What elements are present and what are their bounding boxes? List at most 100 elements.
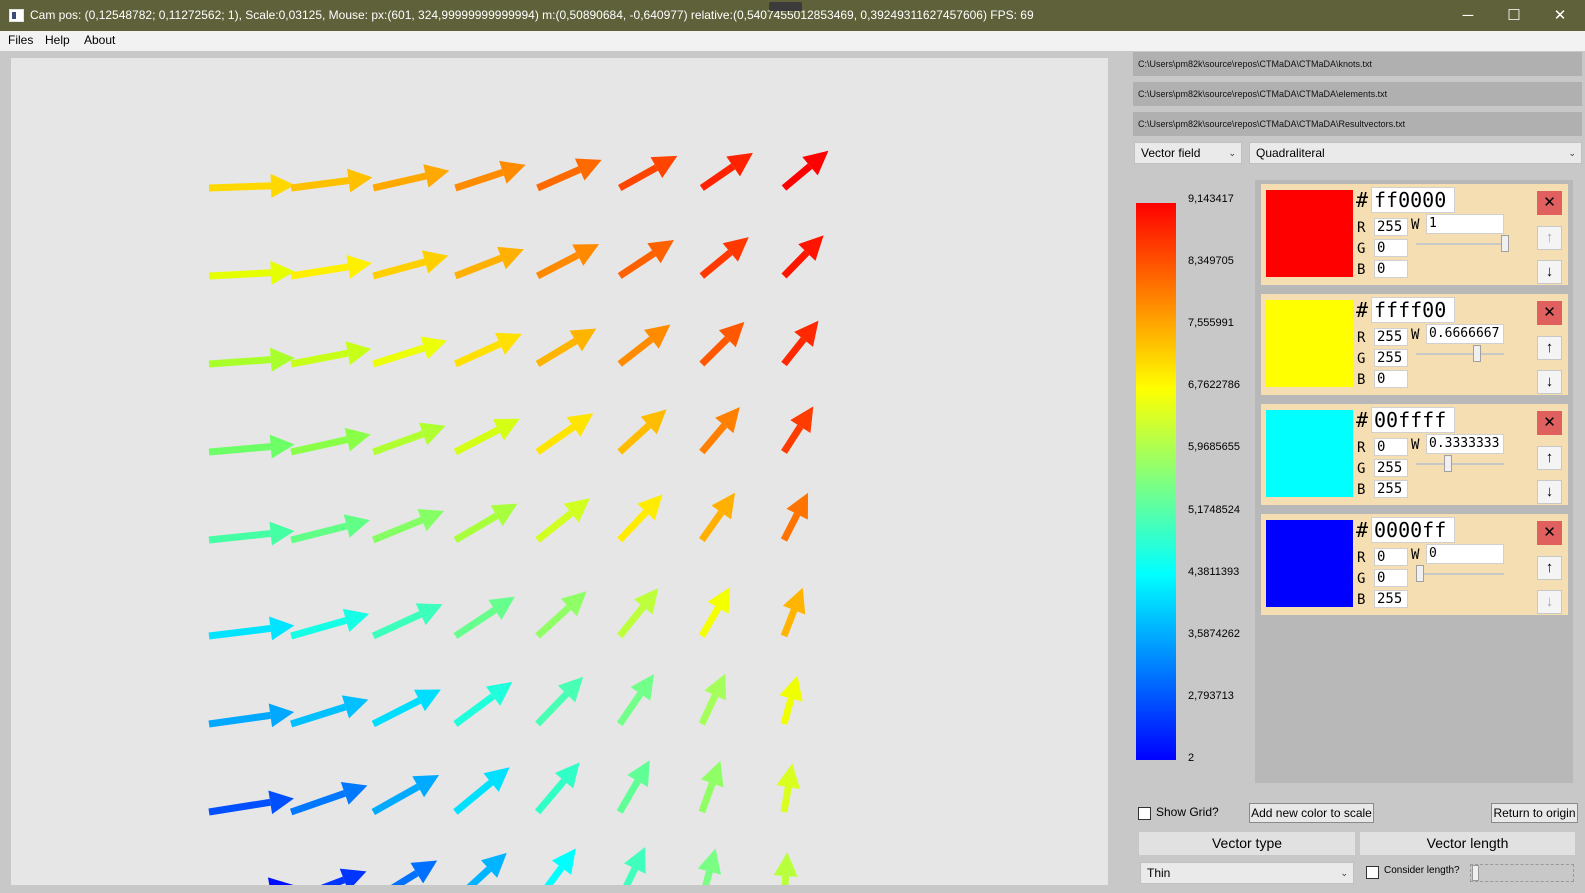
move-up-button[interactable]: ↑ xyxy=(1537,226,1562,250)
show-grid-checkbox[interactable] xyxy=(1138,807,1151,820)
scale-tick-label: 7,555991 xyxy=(1188,317,1234,330)
weight-input[interactable]: 0 xyxy=(1426,544,1504,564)
close-icon: ✕ xyxy=(1543,414,1556,431)
vector-arrow-shaft xyxy=(390,870,419,885)
move-up-button[interactable]: ↑ xyxy=(1537,556,1562,580)
vector-arrow-shaft xyxy=(780,697,795,725)
vector-arrow-head xyxy=(268,790,294,815)
menu-about[interactable]: About xyxy=(84,33,115,47)
results-file-path[interactable]: C:\Users\pm82k\source\repos\CTMaDA\CTMaD… xyxy=(1133,112,1582,136)
vector-arrow-head xyxy=(342,608,370,632)
vector-arrow-shaft xyxy=(780,608,798,638)
weight-slider-thumb[interactable] xyxy=(1416,565,1424,582)
weight-slider-track[interactable] xyxy=(1416,243,1504,245)
vector-field-canvas[interactable] xyxy=(11,58,1108,885)
r-input[interactable]: 255 xyxy=(1374,328,1408,346)
vector-arrow-shaft xyxy=(781,424,804,454)
weight-slider-track[interactable] xyxy=(1416,353,1504,355)
delete-color-button[interactable]: ✕ xyxy=(1537,411,1562,435)
move-up-button[interactable]: ↑ xyxy=(1537,336,1562,360)
g-input[interactable]: 0 xyxy=(1374,569,1408,587)
b-input[interactable]: 0 xyxy=(1374,370,1408,388)
color-swatch[interactable] xyxy=(1266,410,1353,497)
display-mode-select[interactable]: Vector field ⌄ xyxy=(1134,142,1242,164)
hash-label: # xyxy=(1356,518,1369,542)
vector-arrow-head xyxy=(268,703,295,728)
scale-tick-label: 4,3811393 xyxy=(1188,565,1240,578)
move-down-button[interactable]: ↓ xyxy=(1537,590,1562,614)
delete-color-button[interactable]: ✕ xyxy=(1537,521,1562,545)
hex-input[interactable]: 0000ff xyxy=(1371,517,1455,543)
r-input[interactable]: 0 xyxy=(1374,548,1408,566)
vector-type-select[interactable]: Thin ⌄ xyxy=(1140,862,1354,884)
g-input[interactable]: 255 xyxy=(1374,349,1408,367)
vector-arrow-shaft xyxy=(208,530,272,544)
b-input[interactable]: 0 xyxy=(1374,260,1408,278)
delete-color-button[interactable]: ✕ xyxy=(1537,301,1562,325)
g-label: G xyxy=(1357,241,1366,257)
arrow-down-icon: ↓ xyxy=(1545,483,1554,500)
hex-input[interactable]: ffff00 xyxy=(1371,297,1455,323)
window-grip-handle[interactable] xyxy=(769,2,802,11)
scale-tick-label: 6,7622786 xyxy=(1188,379,1240,392)
vector-arrow-shaft xyxy=(320,876,346,885)
vector-arrow-shaft xyxy=(698,693,719,726)
vector-arrow-shaft xyxy=(535,337,578,367)
color-swatch[interactable] xyxy=(1266,520,1353,607)
r-input[interactable]: 255 xyxy=(1374,218,1408,236)
vector-length-slider[interactable] xyxy=(1470,864,1574,882)
vector-arrow-head xyxy=(340,782,368,805)
arrow-down-icon: ↓ xyxy=(1545,373,1554,390)
vector-arrow-shaft xyxy=(702,870,713,885)
vector-arrow-shaft xyxy=(290,349,349,368)
return-to-origin-button[interactable]: Return to origin xyxy=(1491,803,1578,823)
weight-slider-thumb[interactable] xyxy=(1501,235,1509,252)
menu-files[interactable]: Files xyxy=(8,33,33,47)
vector-arrow-shaft xyxy=(781,250,810,279)
elements-file-path[interactable]: C:\Users\pm82k\source\repos\CTMaDA\CTMaD… xyxy=(1133,82,1582,106)
vector-arrow-shaft xyxy=(371,697,422,728)
b-input[interactable]: 255 xyxy=(1374,590,1408,608)
weight-slider-thumb[interactable] xyxy=(1444,455,1453,472)
hex-input[interactable]: 00ffff xyxy=(1371,407,1455,433)
r-input[interactable]: 0 xyxy=(1374,438,1408,456)
maximize-button[interactable]: ☐ xyxy=(1491,0,1537,31)
b-label: B xyxy=(1357,262,1366,278)
weight-input[interactable]: 0.3333333 xyxy=(1426,434,1504,454)
vector-arrow-shaft xyxy=(616,604,647,639)
close-button[interactable]: ✕ xyxy=(1537,0,1583,31)
w-label: W xyxy=(1411,327,1420,343)
r-label: R xyxy=(1357,330,1366,346)
slider-thumb[interactable] xyxy=(1472,865,1479,881)
move-down-button[interactable]: ↓ xyxy=(1537,370,1562,394)
knots-file-path[interactable]: C:\Users\pm82k\source\repos\CTMaDA\CTMaD… xyxy=(1133,52,1582,76)
element-type-select[interactable]: Quadraliteral ⌄ xyxy=(1249,142,1582,164)
consider-length-checkbox[interactable] xyxy=(1366,866,1379,879)
g-input[interactable]: 255 xyxy=(1374,459,1408,477)
vector-arrow-head xyxy=(270,347,295,372)
hex-input[interactable]: ff0000 xyxy=(1371,187,1455,213)
vector-arrow-shaft xyxy=(454,168,505,192)
b-input[interactable]: 255 xyxy=(1374,480,1408,498)
weight-input[interactable]: 1 xyxy=(1426,214,1504,234)
delete-color-button[interactable]: ✕ xyxy=(1537,191,1562,215)
weight-slider-track[interactable] xyxy=(1416,463,1504,465)
vector-arrow-shaft xyxy=(371,783,420,816)
minimize-button[interactable]: ─ xyxy=(1445,0,1491,31)
vector-arrow-head xyxy=(269,521,295,546)
g-input[interactable]: 0 xyxy=(1374,239,1408,257)
move-down-button[interactable]: ↓ xyxy=(1537,480,1562,504)
move-down-button[interactable]: ↓ xyxy=(1537,260,1562,284)
weight-slider-track[interactable] xyxy=(1416,573,1504,575)
add-color-button[interactable]: Add new color to scale xyxy=(1249,803,1374,823)
vector-arrow-shaft xyxy=(535,252,580,280)
color-swatch[interactable] xyxy=(1266,190,1353,277)
slider-track xyxy=(1473,872,1569,874)
weight-slider-thumb[interactable] xyxy=(1472,345,1481,362)
weight-input[interactable]: 0.6666667 xyxy=(1426,324,1504,344)
vector-arrow-head xyxy=(423,164,450,188)
color-swatch[interactable] xyxy=(1266,300,1353,387)
menu-help[interactable]: Help xyxy=(45,33,70,47)
move-up-button[interactable]: ↑ xyxy=(1537,446,1562,470)
vector-arrow-shaft xyxy=(698,510,725,543)
